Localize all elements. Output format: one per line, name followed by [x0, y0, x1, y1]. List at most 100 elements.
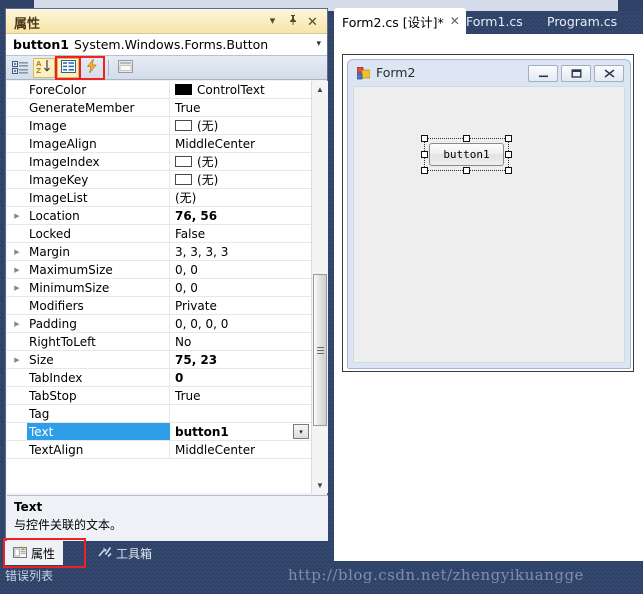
minimize-button[interactable]: [528, 65, 558, 82]
color-swatch-icon: [175, 156, 192, 167]
property-value-cell[interactable]: No: [170, 333, 311, 350]
categorized-view-button[interactable]: [9, 58, 31, 78]
property-value-cell[interactable]: 0, 0, 0, 0: [170, 315, 311, 332]
property-row-textalign[interactable]: TextAlign MiddleCenter: [7, 441, 311, 459]
property-row-tag[interactable]: Tag: [7, 405, 311, 423]
categorized-icon: [12, 60, 28, 75]
property-value-cell[interactable]: (无): [170, 189, 311, 206]
dock-tab-toolbox-label: 工具箱: [116, 546, 153, 561]
property-name: ForeColor: [27, 81, 170, 98]
property-row-image[interactable]: Image (无): [7, 117, 311, 135]
tab-program-cs[interactable]: Program.cs: [539, 8, 625, 34]
property-value-cell[interactable]: True: [170, 99, 311, 116]
property-value-cell[interactable]: (无): [170, 171, 311, 188]
form2-client-area[interactable]: button1: [353, 86, 625, 363]
designer-surface[interactable]: Form2 button1: [342, 54, 634, 372]
property-value-cell[interactable]: button1 ▾: [170, 423, 311, 440]
resize-handle-ne[interactable]: [505, 135, 512, 142]
properties-scrollbar[interactable]: ▲ ▼: [311, 81, 328, 493]
expand-triangle-icon[interactable]: ▶: [7, 315, 27, 332]
property-row-minimumsize[interactable]: ▶ MinimumSize 0, 0: [7, 279, 311, 297]
property-row-padding[interactable]: ▶ Padding 0, 0, 0, 0: [7, 315, 311, 333]
events-view-button[interactable]: [79, 55, 105, 80]
resize-handle-se[interactable]: [505, 167, 512, 174]
resize-handle-sw[interactable]: [421, 167, 428, 174]
properties-grid[interactable]: ForeColor ControlText GenerateMember True Im…: [7, 81, 328, 493]
property-value-cell[interactable]: 0: [170, 369, 311, 386]
property-row-text[interactable]: Text button1 ▾: [7, 423, 311, 441]
dock-tab-toolbox[interactable]: 工具箱: [90, 541, 160, 565]
value-dropdown-button[interactable]: ▾: [293, 424, 309, 439]
button1-control[interactable]: button1: [429, 143, 504, 166]
property-row-imagekey[interactable]: ImageKey (无): [7, 171, 311, 189]
expand-triangle-icon[interactable]: ▶: [7, 261, 27, 278]
property-pages-button[interactable]: [114, 58, 136, 78]
property-value-cell[interactable]: 0, 0: [170, 279, 311, 296]
property-value-cell[interactable]: 76, 56: [170, 207, 311, 224]
property-row-righttoleft[interactable]: RightToLeft No: [7, 333, 311, 351]
form2-design-window[interactable]: Form2 button1: [347, 59, 631, 369]
expand-triangle-icon[interactable]: ▶: [7, 351, 27, 368]
property-value: 3, 3, 3, 3: [175, 244, 229, 259]
resize-handle-s[interactable]: [463, 167, 470, 174]
property-value-cell[interactable]: ControlText: [170, 81, 311, 98]
property-value: MiddleCenter: [175, 442, 256, 457]
maximize-button[interactable]: [561, 65, 591, 82]
pin-icon[interactable]: [285, 14, 300, 29]
property-value-cell[interactable]: Private: [170, 297, 311, 314]
error-list-label[interactable]: 错误列表: [5, 567, 53, 584]
scroll-down-arrow-icon[interactable]: ▼: [312, 477, 328, 493]
properties-object-selector[interactable]: button1 System.Windows.Forms.Button ▾: [6, 34, 327, 56]
property-value-cell[interactable]: True: [170, 387, 311, 404]
property-row-locked[interactable]: Locked False: [7, 225, 311, 243]
resize-handle-e[interactable]: [505, 151, 512, 158]
property-value-cell[interactable]: (无): [170, 153, 311, 170]
properties-view-button[interactable]: [55, 55, 81, 80]
property-value-cell[interactable]: [170, 405, 311, 422]
property-value-cell[interactable]: MiddleCenter: [170, 441, 311, 458]
property-value-cell[interactable]: MiddleCenter: [170, 135, 311, 152]
close-button[interactable]: [594, 65, 624, 82]
close-icon[interactable]: ✕: [305, 14, 320, 29]
property-row-modifiers[interactable]: Modifiers Private: [7, 297, 311, 315]
property-value-cell[interactable]: 3, 3, 3, 3: [170, 243, 311, 260]
color-swatch-icon: [175, 120, 192, 131]
scroll-up-arrow-icon[interactable]: ▲: [312, 81, 328, 97]
property-row-margin[interactable]: ▶ Margin 3, 3, 3, 3: [7, 243, 311, 261]
property-row-tabindex[interactable]: TabIndex 0: [7, 369, 311, 387]
property-value: button1: [175, 424, 229, 439]
tab-form2-designer-label: Form2.cs [设计]*: [342, 14, 444, 30]
alphabetical-sort-icon: A Z: [36, 59, 53, 77]
color-swatch-icon: [175, 174, 192, 185]
property-value: 75, 23: [175, 352, 218, 367]
property-row-size[interactable]: ▶ Size 75, 23: [7, 351, 311, 369]
expand-triangle-icon[interactable]: ▶: [7, 207, 27, 224]
property-name: ImageIndex: [27, 153, 170, 170]
property-row-tabstop[interactable]: TabStop True: [7, 387, 311, 405]
property-value-cell[interactable]: (无): [170, 117, 311, 134]
chevron-down-icon[interactable]: ▾: [265, 14, 280, 29]
tab-form1-cs[interactable]: Form1.cs: [458, 8, 531, 34]
chevron-down-icon[interactable]: ▾: [316, 38, 321, 49]
property-row-generatemember[interactable]: GenerateMember True: [7, 99, 311, 117]
row-expander-spacer: [7, 369, 27, 386]
scrollbar-thumb[interactable]: [313, 274, 327, 426]
dock-tab-properties[interactable]: 属性: [5, 541, 64, 565]
property-row-maximumsize[interactable]: ▶ MaximumSize 0, 0: [7, 261, 311, 279]
resize-handle-n[interactable]: [463, 135, 470, 142]
expand-triangle-icon[interactable]: ▶: [7, 243, 27, 260]
tab-form2-designer[interactable]: Form2.cs [设计]* ✕: [334, 8, 466, 34]
property-value-cell[interactable]: 0, 0: [170, 261, 311, 278]
expand-triangle-icon[interactable]: ▶: [7, 279, 27, 296]
resize-handle-w[interactable]: [421, 151, 428, 158]
property-name: Image: [27, 117, 170, 134]
property-row-imagelist[interactable]: ImageList (无): [7, 189, 311, 207]
property-value-cell[interactable]: False: [170, 225, 311, 242]
property-row-imagealign[interactable]: ImageAlign MiddleCenter: [7, 135, 311, 153]
property-row-imageindex[interactable]: ImageIndex (无): [7, 153, 311, 171]
alphabetical-view-button[interactable]: A Z: [33, 57, 55, 78]
property-row-location[interactable]: ▶ Location 76, 56: [7, 207, 311, 225]
property-row-forecolor[interactable]: ForeColor ControlText: [7, 81, 311, 99]
property-value-cell[interactable]: 75, 23: [170, 351, 311, 368]
resize-handle-nw[interactable]: [421, 135, 428, 142]
